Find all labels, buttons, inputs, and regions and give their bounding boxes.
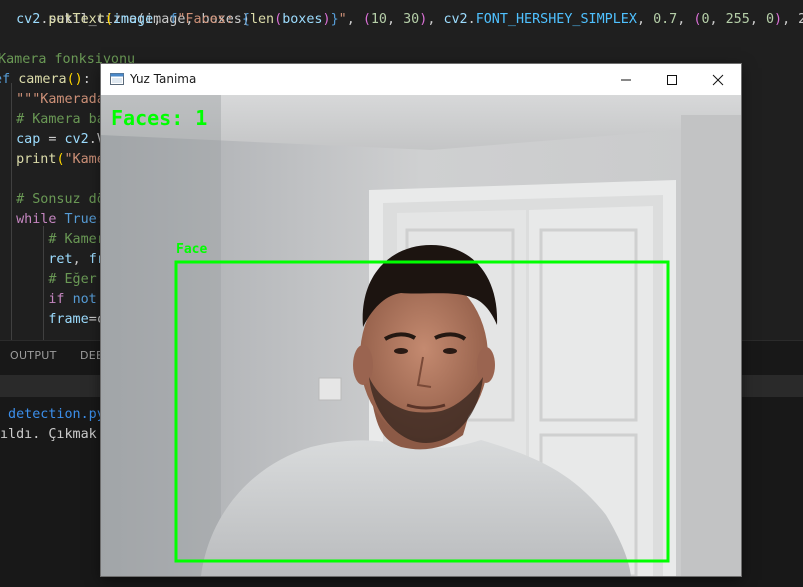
terminal-line: detection.py (0, 407, 105, 422)
minimize-button[interactable] (603, 64, 649, 95)
window-titlebar[interactable]: Yuz Tanima (101, 64, 741, 95)
faces-count-label: Faces: 1 (111, 106, 207, 130)
code-comment: # Kamer (0, 232, 105, 247)
opencv-window[interactable]: Yuz Tanima Faces: 1 Face (101, 64, 741, 576)
close-icon (712, 74, 724, 85)
person-eye (443, 348, 457, 354)
tab-output[interactable]: OUTPUT (10, 349, 57, 362)
code-line: def camera(): (0, 72, 91, 87)
code-line: print("Kame (16, 152, 105, 167)
maximize-icon (667, 74, 677, 85)
terminal-line: ıldı. Çıkmak (0, 427, 97, 442)
close-button[interactable] (695, 64, 741, 95)
code-line: while True: (16, 212, 105, 227)
code-line: """Kameradan (0, 92, 113, 107)
code-comment: # Kamera ba (0, 112, 105, 127)
minimize-icon (621, 79, 631, 80)
window-app-icon (110, 73, 124, 85)
person-eye (394, 348, 408, 354)
camera-image: Faces: 1 Face (101, 95, 741, 576)
wall-shadow (101, 95, 221, 576)
person-ear (477, 347, 495, 383)
maximize-button[interactable] (649, 64, 695, 95)
code-line: cap = cv2.V (16, 132, 105, 147)
code-comment: # Eğer (0, 272, 97, 287)
person-ear (353, 345, 373, 385)
side-wall (681, 115, 741, 576)
light-switch (318, 377, 342, 401)
code-line: cv2.putText(image, f"Faces: {len(boxes)}… (16, 12, 803, 27)
code-comment: # Sonsuz dö (0, 192, 105, 207)
face-label: Face (176, 242, 207, 257)
code-line: ret, fr (48, 252, 105, 267)
code-line: if not (48, 292, 97, 307)
code-line: sekil_cizme(image, boxes) (32, 12, 250, 27)
window-title: Yuz Tanima (130, 72, 197, 86)
camera-frame: Faces: 1 Face (101, 95, 741, 576)
code-line: frame=c (48, 312, 105, 327)
